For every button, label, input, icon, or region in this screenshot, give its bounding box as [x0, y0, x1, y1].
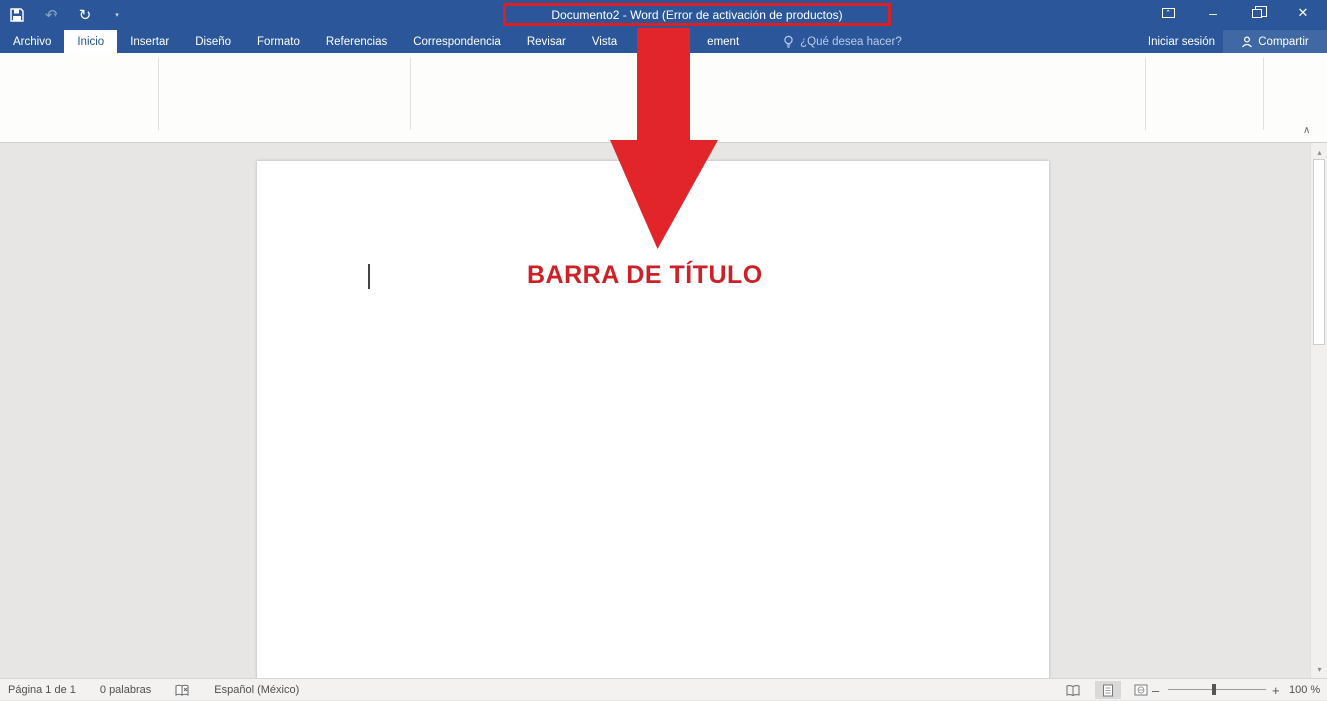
- sign-in-button[interactable]: Iniciar sesión: [1148, 30, 1215, 53]
- close-icon: ✕: [1298, 5, 1309, 21]
- ribbon-display-options-button[interactable]: ⌃: [1152, 0, 1184, 26]
- web-layout-button[interactable]: [1128, 681, 1154, 699]
- minimize-icon: –: [1209, 5, 1217, 21]
- zoom-level[interactable]: 100 %: [1289, 679, 1320, 701]
- save-icon[interactable]: [0, 0, 34, 30]
- print-layout-button[interactable]: [1095, 681, 1121, 699]
- close-button[interactable]: ✕: [1285, 0, 1321, 26]
- scrollbar-up-icon[interactable]: ▴: [1311, 145, 1327, 159]
- ribbon-display-options-icon: ⌃: [1162, 8, 1175, 18]
- group-separator: [158, 58, 159, 130]
- title-highlight-box: Documento2 - Word (Error de activación d…: [503, 3, 891, 26]
- tab-diseno[interactable]: Diseño: [182, 30, 244, 53]
- tab-inicio[interactable]: Inicio: [64, 30, 117, 53]
- restore-button[interactable]: [1241, 0, 1273, 26]
- word-count[interactable]: 0 palabras: [100, 684, 151, 696]
- status-bar: Página 1 de 1 0 palabras Español (México…: [0, 678, 1327, 700]
- zoom-out-button[interactable]: –: [1152, 679, 1159, 701]
- collapse-ribbon-icon[interactable]: ∧: [1303, 125, 1310, 136]
- tab-referencias[interactable]: Referencias: [313, 30, 400, 53]
- tab-archivo[interactable]: Archivo: [0, 30, 64, 53]
- web-layout-icon: [1134, 684, 1148, 696]
- proofing-status-icon[interactable]: [175, 684, 190, 697]
- scrollbar-down-icon[interactable]: ▾: [1311, 662, 1327, 676]
- undo-icon[interactable]: ↶▾: [34, 0, 68, 30]
- group-separator: [1263, 58, 1264, 130]
- tab-formato[interactable]: Formato: [244, 30, 313, 53]
- redo-icon[interactable]: ↻: [68, 0, 102, 30]
- document-page[interactable]: [257, 161, 1049, 696]
- group-separator: [1145, 58, 1146, 130]
- person-icon: [1241, 36, 1253, 48]
- minimize-button[interactable]: –: [1197, 0, 1229, 26]
- read-mode-button[interactable]: [1060, 681, 1086, 699]
- tab-correspondencia[interactable]: Correspondencia: [400, 30, 514, 53]
- page-indicator[interactable]: Página 1 de 1: [8, 684, 76, 696]
- vertical-scrollbar[interactable]: ▴ ▾: [1310, 143, 1327, 678]
- restore-icon: [1252, 9, 1262, 18]
- zoom-slider-track[interactable]: [1168, 689, 1266, 690]
- annotation-label: BARRA DE TÍTULO: [527, 261, 807, 290]
- print-layout-icon: [1102, 684, 1114, 697]
- share-button[interactable]: Compartir: [1223, 30, 1327, 53]
- zoom-slider-thumb[interactable]: [1212, 684, 1216, 695]
- lightbulb-icon: [783, 35, 794, 49]
- text-cursor: [368, 264, 370, 289]
- read-mode-icon: [1066, 685, 1080, 696]
- language-indicator[interactable]: Español (México): [214, 684, 299, 696]
- quick-access-toolbar: ↶▾ ↻ ▾: [0, 0, 136, 30]
- window-title: Documento2 - Word (Error de activación d…: [551, 8, 842, 22]
- title-bar: ↶▾ ↻ ▾ Documento2 - Word (Error de activ…: [0, 0, 1327, 30]
- customize-qat-icon[interactable]: ▾: [102, 0, 136, 30]
- tab-insertar[interactable]: Insertar: [117, 30, 182, 53]
- tell-me-box[interactable]: ¿Qué desea hacer?: [770, 30, 915, 53]
- tab-addin-partially-hidden[interactable]: ement: [694, 30, 752, 53]
- undo-dropdown-icon[interactable]: ▾: [54, 11, 58, 19]
- scrollbar-thumb[interactable]: [1313, 159, 1325, 345]
- tab-revisar[interactable]: Revisar: [514, 30, 579, 53]
- zoom-in-button[interactable]: +: [1272, 679, 1280, 701]
- tab-vista[interactable]: Vista: [579, 30, 630, 53]
- annotation-arrow-shaft: [637, 28, 690, 142]
- group-separator: [410, 58, 411, 130]
